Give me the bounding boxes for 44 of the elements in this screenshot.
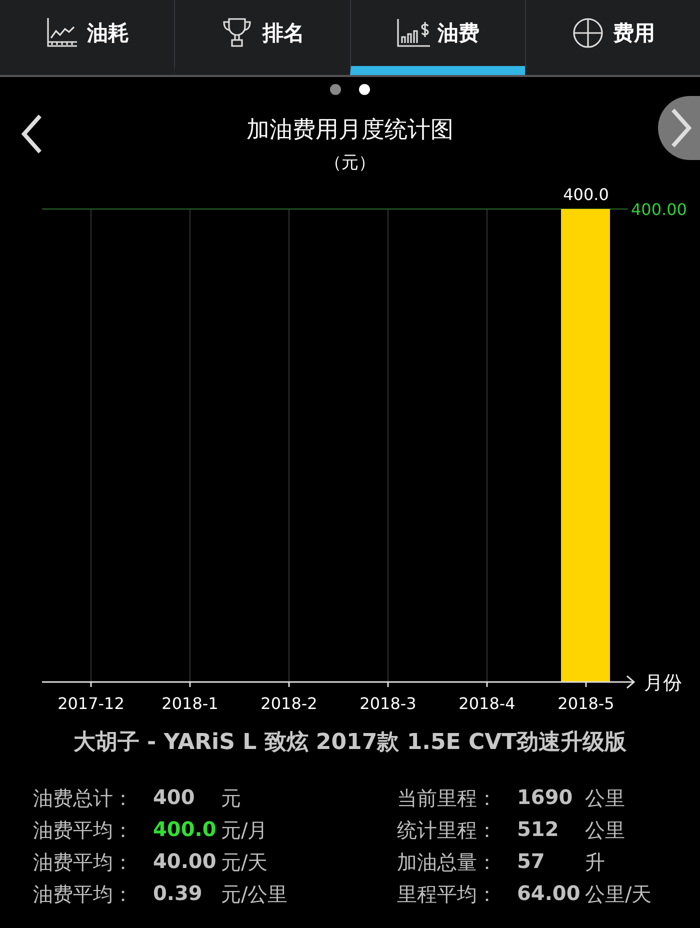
axis-label: 2018-1 (162, 694, 218, 713)
stat-label: 加油总量： (397, 849, 498, 876)
stat-value: 0.39 (153, 881, 204, 907)
next-button[interactable] (658, 96, 700, 160)
axis-title: 月份 (644, 672, 682, 694)
stat-label: 油费平均： (33, 849, 134, 876)
stat-label: 油费平均： (33, 817, 134, 844)
axis-label: 2018-2 (260, 694, 318, 713)
car-title: 大胡子 - YARiS L 致炫 2017款 1.5E CVT劲速升级版 (72, 729, 628, 757)
value-label: 400.0 (563, 185, 609, 204)
page-dot[interactable] (330, 84, 341, 95)
stat-label: 统计里程： (397, 817, 498, 844)
axis-label: 2018-4 (458, 694, 516, 713)
tab[interactable]: 油费 (350, 0, 525, 75)
tab[interactable]: 费用 (524, 0, 700, 75)
axis-label: 2017-12 (58, 694, 124, 713)
stat-unit: 元/月 (221, 817, 269, 844)
stat-value: 64.00 (517, 881, 582, 907)
stat-value: 400.0 (153, 817, 218, 843)
stat-unit: 升 (585, 849, 606, 876)
stat-label: 油费总计： (33, 785, 134, 812)
unit-label: （元） (324, 152, 376, 174)
page-dot[interactable] (359, 84, 370, 95)
stat-unit: 元/公里 (221, 881, 289, 908)
stat-value: 1690 (517, 785, 574, 811)
axis-label: 2018-3 (360, 694, 416, 713)
stat-unit: 公里/天 (585, 881, 652, 908)
stat-label: 当前里程： (397, 785, 498, 812)
stat-unit: 元 (221, 785, 242, 812)
tab[interactable]: 油耗 (0, 0, 174, 75)
bar-chart-icon (396, 16, 432, 50)
max-value-label: 400.00 (631, 200, 687, 219)
stat-unit: 公里 (585, 817, 626, 844)
stat-value: 57 (517, 849, 546, 875)
chart-title: 加油费用月度统计图 (246, 116, 454, 145)
stat-label: 里程平均： (397, 881, 498, 908)
stat-label: 油费平均： (33, 881, 134, 908)
stat-value: 512 (517, 817, 560, 843)
stat-unit: 公里 (585, 785, 626, 812)
tab[interactable]: 排名 (174, 0, 350, 75)
axis-label: 2018-5 (558, 694, 614, 713)
stat-value: 40.00 (153, 849, 218, 875)
stat-unit: 元/天 (221, 849, 269, 876)
stat-value: 400 (153, 785, 196, 811)
